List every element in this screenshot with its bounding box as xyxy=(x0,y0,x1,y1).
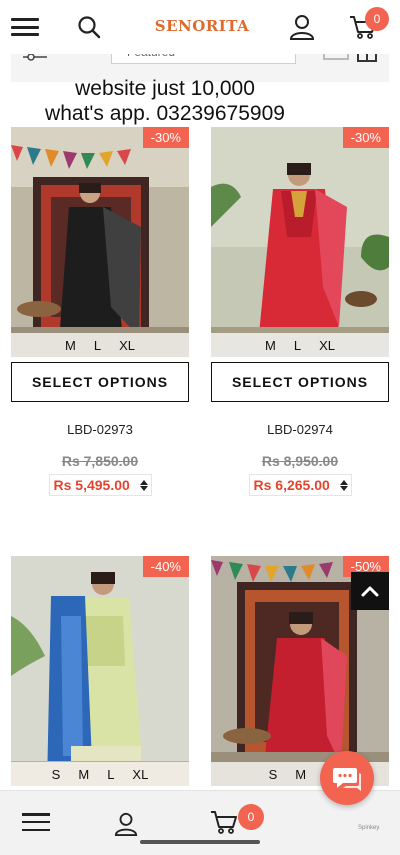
size-option[interactable]: XL xyxy=(319,338,335,353)
select-options-button[interactable]: SELECT OPTIONS xyxy=(211,362,389,402)
product-card[interactable]: -30% M L XL SELECT OPTIONS LBD-02973 Rs … xyxy=(11,127,189,496)
watermark-text: Spinkey xyxy=(358,825,380,831)
promo-line-2: what's app. 03239675909 xyxy=(45,102,285,125)
size-option[interactable]: XL xyxy=(119,338,135,353)
size-option[interactable]: M xyxy=(295,767,306,782)
select-options-button[interactable]: SELECT OPTIONS xyxy=(11,362,189,402)
cart-count-badge: 0 xyxy=(365,7,389,31)
chat-button[interactable] xyxy=(320,751,374,805)
discount-badge: -40% xyxy=(142,556,189,577)
product-card[interactable]: -30% M L XL SELECT OPTIONS LBD-02974 Rs … xyxy=(211,127,389,496)
bottom-menu-button[interactable] xyxy=(22,813,50,831)
promo-overlay-text: website just 10,000 what's app. 03239675… xyxy=(0,76,330,126)
size-options: M L XL xyxy=(211,333,389,357)
product-photo xyxy=(211,127,389,357)
currency-toggle-icon[interactable] xyxy=(339,479,348,491)
user-icon xyxy=(114,812,138,836)
chat-icon xyxy=(333,768,361,791)
size-option[interactable]: L xyxy=(94,338,101,353)
top-header: SENORITA 0 xyxy=(0,0,400,54)
sale-price[interactable]: Rs 6,265.00 xyxy=(248,474,352,496)
product-image[interactable]: -40% S M L XL xyxy=(11,556,189,786)
discount-badge: -30% xyxy=(142,127,189,148)
size-options: S M L XL xyxy=(11,762,189,786)
size-option[interactable]: S xyxy=(269,767,278,782)
product-card[interactable]: -40% S M L XL xyxy=(11,556,189,786)
size-option[interactable]: M xyxy=(65,338,76,353)
search-icon xyxy=(78,16,101,39)
currency-toggle-icon[interactable] xyxy=(139,479,148,491)
product-photo xyxy=(11,556,189,786)
sale-price-value: Rs 5,495.00 xyxy=(53,477,130,493)
menu-icon xyxy=(11,18,39,36)
product-photo xyxy=(11,127,189,357)
bottom-account-button[interactable] xyxy=(114,811,138,842)
discount-badge: -30% xyxy=(342,127,389,148)
product-image[interactable]: -30% M L XL xyxy=(211,127,389,357)
size-options: M L XL xyxy=(11,333,189,357)
sale-price-value: Rs 6,265.00 xyxy=(253,477,330,493)
promo-line-1: website just 10,000 xyxy=(75,77,255,100)
size-option[interactable]: S xyxy=(52,767,61,782)
menu-button[interactable] xyxy=(8,10,42,44)
size-option[interactable]: M xyxy=(265,338,276,353)
chevron-up-icon xyxy=(361,586,379,597)
sale-price[interactable]: Rs 5,495.00 xyxy=(48,474,152,496)
back-to-top-button[interactable] xyxy=(351,572,389,610)
product-sku[interactable]: LBD-02974 xyxy=(211,422,389,437)
home-indicator xyxy=(140,840,260,844)
bottom-cart-button[interactable] xyxy=(210,809,238,840)
bottom-cart-count-badge: 0 xyxy=(238,804,264,830)
cart-icon xyxy=(211,811,237,834)
size-option[interactable]: M xyxy=(78,767,89,782)
product-sku[interactable]: LBD-02973 xyxy=(11,422,189,437)
brand-logo[interactable]: SENORITA xyxy=(150,17,254,35)
size-option[interactable]: L xyxy=(107,767,114,782)
size-option[interactable]: L xyxy=(294,338,301,353)
user-icon xyxy=(289,15,315,40)
original-price: Rs 7,850.00 xyxy=(61,453,139,469)
account-button[interactable] xyxy=(285,10,319,44)
original-price: Rs 8,950.00 xyxy=(261,453,339,469)
search-button[interactable] xyxy=(72,10,106,44)
size-option[interactable]: XL xyxy=(132,767,148,782)
product-image[interactable]: -30% M L XL xyxy=(11,127,189,357)
